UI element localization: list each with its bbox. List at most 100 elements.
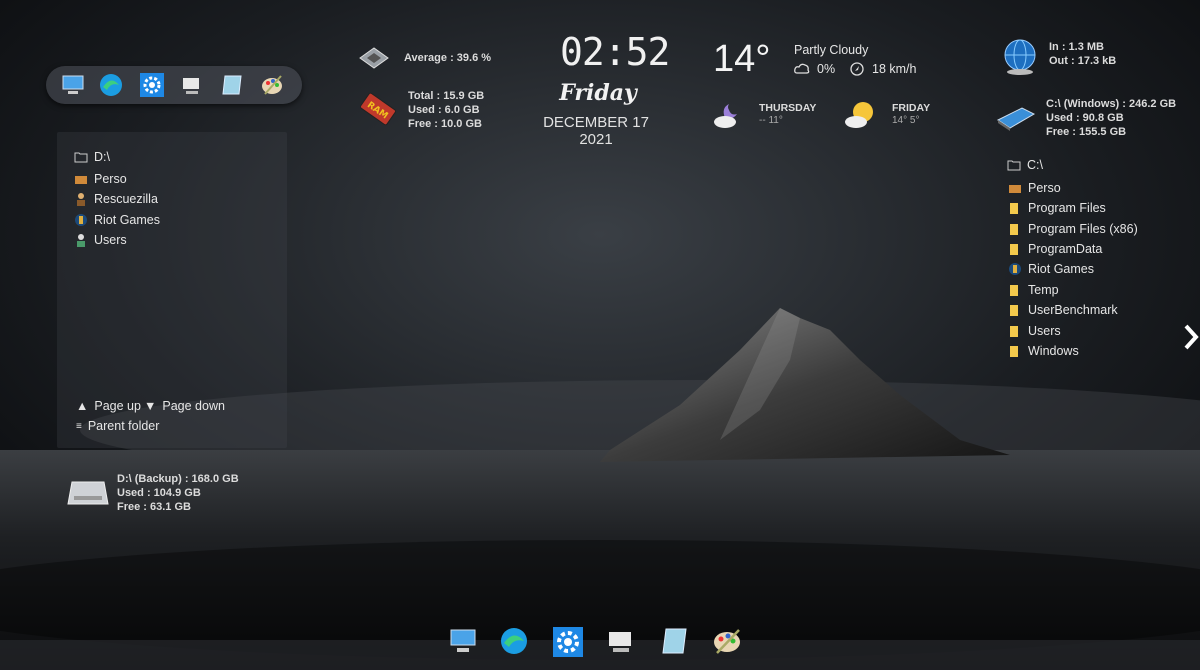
- computer-icon[interactable]: [60, 72, 86, 98]
- clock-time: 02:52: [560, 30, 670, 74]
- forecast-day-1: THURSDAY: [759, 102, 817, 114]
- devices-icon[interactable]: [179, 72, 205, 98]
- network-in: In : 1.3 MB: [1049, 41, 1105, 53]
- drive-d-free: Free : 63.1 GB: [117, 501, 191, 513]
- right-folder-item-label: Users: [1028, 324, 1061, 338]
- right-folder-item[interactable]: Temp: [1008, 283, 1059, 297]
- right-folder-item-label: ProgramData: [1028, 242, 1103, 256]
- triangle-down-icon: ▼: [144, 399, 157, 413]
- folder-icon: [1010, 305, 1018, 316]
- clock-day: Friday: [559, 80, 637, 106]
- left-folder-item[interactable]: Rescuezilla: [74, 192, 158, 206]
- network-out: Out : 17.3 kB: [1049, 55, 1117, 67]
- paint-palette-icon[interactable]: [711, 626, 743, 656]
- right-folder-item-label: Temp: [1028, 283, 1059, 297]
- riot-games-icon: [1009, 263, 1021, 275]
- ram-free: Free : 10.0 GB: [408, 118, 482, 130]
- right-folder-item[interactable]: Program Files: [1008, 201, 1106, 215]
- left-folder-path[interactable]: D:\: [74, 150, 110, 164]
- hard-drive-d-icon: [67, 481, 109, 505]
- edge-browser-icon[interactable]: [498, 626, 530, 656]
- weather-temperature: 14°: [713, 38, 771, 80]
- left-folder-item-label: Users: [94, 233, 127, 247]
- drive-c-used: Used : 90.8 GB: [1046, 112, 1124, 124]
- weather-precip: 0%: [817, 62, 836, 76]
- ram-icon: RAM: [360, 92, 396, 126]
- network-globe-icon: [1004, 39, 1036, 75]
- right-folder-item-label: Program Files: [1028, 201, 1106, 215]
- right-folder-item-label: Windows: [1028, 344, 1079, 358]
- folder-icon: [1010, 244, 1018, 255]
- right-folder-path-label: C:\: [1027, 158, 1043, 172]
- page-up-button[interactable]: ▲ Page up: [76, 399, 141, 413]
- drive-c-free: Free : 155.5 GB: [1046, 126, 1127, 138]
- right-folder-item[interactable]: Users: [1008, 324, 1061, 338]
- right-folder-item-label: UserBenchmark: [1028, 303, 1118, 317]
- left-folder-item-label: Rescuezilla: [94, 192, 158, 206]
- weather-condition: Partly Cloudy: [794, 43, 869, 57]
- parent-folder-button[interactable]: ≡ Parent folder: [76, 419, 159, 433]
- ram-total: Total : 15.9 GB: [408, 90, 485, 102]
- cpu-average: Average : 39.6 %: [404, 52, 492, 64]
- page-down-label: Page down: [162, 399, 225, 413]
- folder-icon: [1010, 285, 1018, 296]
- page-down-button[interactable]: ▼ Page down: [144, 399, 225, 413]
- right-folder-item[interactable]: Program Files (x86): [1008, 222, 1138, 236]
- person-icon: [77, 193, 85, 206]
- bottom-taskbar: [0, 640, 1200, 670]
- right-folder-item[interactable]: UserBenchmark: [1008, 303, 1118, 317]
- forecast-temps-2: 14° 5°: [892, 115, 920, 126]
- list-icon: ≡: [76, 420, 82, 432]
- drive-c-name: C:\ (Windows) : 246.2 GB: [1046, 98, 1177, 110]
- top-launcher-dock: [46, 66, 302, 104]
- triangle-up-icon: ▲: [76, 399, 89, 413]
- cpu-icon: [359, 47, 389, 69]
- hard-drive-c-icon: [997, 107, 1036, 131]
- edge-browser-icon[interactable]: [98, 72, 124, 98]
- right-folder-item[interactable]: Perso: [1008, 181, 1061, 195]
- paint-palette-icon[interactable]: [259, 72, 285, 98]
- folder-icon: [1010, 203, 1018, 214]
- notepad-icon[interactable]: [658, 626, 690, 656]
- right-folder-item[interactable]: Riot Games: [1008, 262, 1094, 276]
- sun-cloud-icon: [845, 102, 873, 128]
- notepad-icon[interactable]: [219, 72, 245, 98]
- forecast-temps-1: -- 11°: [759, 115, 783, 126]
- drive-d-used: Used : 104.9 GB: [117, 487, 201, 499]
- right-folder-item[interactable]: Windows: [1008, 344, 1079, 358]
- right-folder-item-label: Program Files (x86): [1028, 222, 1138, 236]
- users-icon: [77, 234, 85, 247]
- chevron-right-icon[interactable]: [1182, 322, 1200, 352]
- riot-games-icon: [75, 214, 87, 226]
- briefcase-folder-icon: [75, 176, 87, 184]
- weather-wind: 18 km/h: [872, 62, 917, 76]
- left-folder-item-label: Perso: [94, 172, 127, 186]
- right-folder-item-label: Riot Games: [1028, 262, 1094, 276]
- folder-icon: [1010, 346, 1018, 357]
- ram-used: Used : 6.0 GB: [408, 104, 480, 116]
- folder-outline-icon: [1007, 160, 1021, 171]
- left-folder-path-label: D:\: [94, 150, 110, 164]
- right-folder-item[interactable]: ProgramData: [1008, 242, 1102, 256]
- left-folder-item-label: Riot Games: [94, 213, 160, 227]
- forecast-day-2: FRIDAY: [892, 102, 931, 114]
- cloud-icon: [794, 63, 810, 74]
- left-folder-item[interactable]: Users: [74, 233, 127, 247]
- drive-d-name: D:\ (Backup) : 168.0 GB: [117, 473, 239, 485]
- folder-icon: [1010, 224, 1018, 235]
- devices-icon[interactable]: [605, 628, 637, 656]
- wind-compass-icon: [850, 62, 864, 76]
- clock-date: DECEMBER 17 2021: [543, 114, 649, 148]
- folder-icon: [1010, 326, 1018, 337]
- left-folder-item[interactable]: Perso: [74, 172, 127, 186]
- page-up-label: Page up: [94, 399, 141, 413]
- settings-gear-icon[interactable]: [552, 626, 584, 658]
- right-folder-path[interactable]: C:\: [1007, 158, 1043, 172]
- right-folder-item-label: Perso: [1028, 181, 1061, 195]
- settings-gear-icon[interactable]: [139, 72, 165, 98]
- moon-cloud-icon: [714, 104, 737, 128]
- left-folder-item[interactable]: Riot Games: [74, 213, 160, 227]
- briefcase-folder-icon: [1009, 185, 1021, 193]
- parent-folder-label: Parent folder: [87, 419, 160, 433]
- computer-icon[interactable]: [447, 626, 479, 656]
